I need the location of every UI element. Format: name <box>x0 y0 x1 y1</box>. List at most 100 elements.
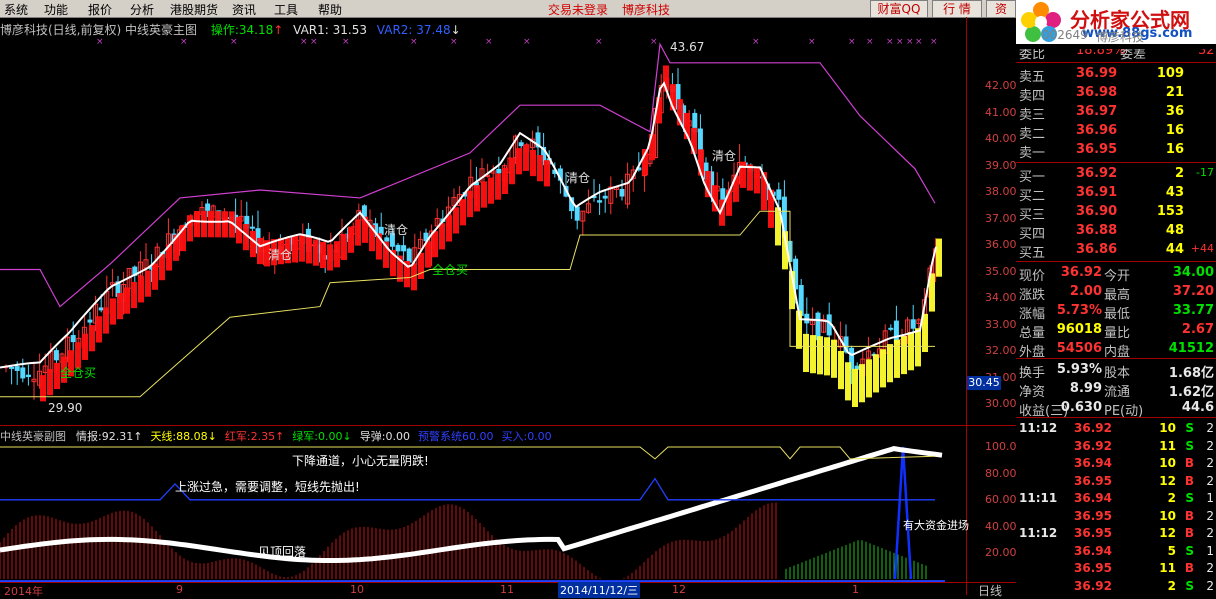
indicator-label: 天线: <box>150 430 177 443</box>
date-label: 9 <box>176 583 183 596</box>
tick-volume: 12 <box>1159 526 1176 540</box>
tick-side: B <box>1184 473 1194 488</box>
tick-side: B <box>1184 508 1194 523</box>
stat-label: 量比 <box>1104 326 1131 341</box>
indicator-label: 情报: <box>76 430 102 443</box>
right-axis-divider <box>966 17 967 595</box>
date-label: 2014年 <box>4 585 43 598</box>
price-tick-label: 33.00 <box>985 317 1017 331</box>
tick-side: S <box>1185 491 1194 505</box>
sub-chart-indicators: 情报:92.31↑ 天线:88.08↓ 红军:2.35↑ 绿军:0.00↓ 导弹:0.0… <box>76 428 560 444</box>
buy-volume-change: +44 <box>1190 242 1214 255</box>
svg-text:×: × <box>866 37 874 47</box>
tick-row: 11:11 36.94 2 S 1 <box>1016 490 1216 509</box>
sell-level-label: 卖三 <box>1019 108 1046 123</box>
menu-news[interactable]: 资讯 <box>232 1 256 18</box>
buy-level-row[interactable]: 买二 36.91 43 <box>1016 184 1216 204</box>
buy-price: 36.86 <box>1076 242 1118 257</box>
svg-text:×: × <box>808 37 816 47</box>
menu-hk-futures[interactable]: 港股期货 <box>170 1 218 18</box>
sell-price: 36.99 <box>1076 66 1118 81</box>
fundamental-value: 8.99 <box>1069 381 1102 396</box>
tick-side: S <box>1185 543 1194 558</box>
fundamental-value: 1.68亿 <box>1168 366 1214 381</box>
tick-price: 36.92 <box>1074 578 1112 593</box>
svg-text:×: × <box>450 37 458 47</box>
menu-analysis[interactable]: 分析 <box>130 1 154 18</box>
tick-volume: 12 <box>1159 473 1176 488</box>
svg-text:×: × <box>523 37 531 47</box>
stat-row: 总量 96018 量比 2.67 <box>1016 321 1216 341</box>
tick-row: 36.95 12 B 2 <box>1016 473 1216 492</box>
overheat-note: 上涨过急，需要调整，短线先抛出! <box>175 480 360 494</box>
buy-level-row[interactable]: 买四 36.88 48 <box>1016 222 1216 242</box>
indicator-item: 导弹:0.00 <box>360 430 410 443</box>
tick-time: 11:12 <box>1019 421 1058 435</box>
price-tick-label: 30.00 <box>985 397 1017 410</box>
caifu-qq-button[interactable]: 财富QQ <box>870 0 928 18</box>
tick-volume: 5 <box>1167 543 1176 558</box>
date-label: 10 <box>350 583 364 596</box>
tick-count: 2 <box>1206 578 1214 593</box>
menu-help[interactable]: 帮助 <box>318 1 342 18</box>
sub-chart-divider <box>0 425 1016 426</box>
stat-label: 现价 <box>1019 269 1046 284</box>
tick-price: 36.94 <box>1074 456 1112 470</box>
market-button[interactable]: 行 情 <box>932 0 982 18</box>
clear-signal-label: 清仓 <box>268 248 293 262</box>
quote-divider <box>1016 162 1216 163</box>
stat-value: 2.00 <box>1069 284 1102 299</box>
stat-value: 33.77 <box>1172 303 1214 318</box>
buy-level-row[interactable]: 买五 36.86 44 +44 <box>1016 241 1216 261</box>
menu-quote[interactable]: 报价 <box>88 1 112 18</box>
tick-price: 36.95 <box>1074 526 1112 540</box>
menu-tools[interactable]: 工具 <box>274 1 298 18</box>
buy-volume: 2 <box>1174 166 1184 181</box>
fundamental-value: 1.62亿 <box>1168 385 1214 400</box>
tick-row: 36.95 10 B 2 <box>1016 508 1216 527</box>
buy-level-row[interactable]: 买三 36.90 153 <box>1016 203 1216 223</box>
top-reversal-note: 见顶回落 <box>258 545 307 559</box>
tick-count: 2 <box>1206 456 1214 470</box>
stat-value: 37.20 <box>1172 284 1214 299</box>
weicha-label: 委差 <box>1120 49 1147 61</box>
period-label[interactable]: 日线 <box>978 582 1002 599</box>
sell-level-row[interactable]: 卖二 36.96 16 <box>1016 122 1216 142</box>
tick-volume: 2 <box>1167 491 1176 505</box>
clear-signal-label: 清仓 <box>566 171 591 185</box>
tick-count: 2 <box>1206 421 1214 435</box>
quote-panel: 002649 博彦科技 委比 18.89% 委差 32 卖五 36.99 109 卖四… <box>1016 17 1216 595</box>
tick-row: 11:12 36.92 10 S 2 <box>1016 420 1216 439</box>
fundamental-row: 收益(三) 0.630 PE(动) 44.6 <box>1016 399 1216 419</box>
fundamental-row: 换手 5.93% 股本 1.68亿 <box>1016 361 1216 381</box>
svg-text:×: × <box>310 37 318 47</box>
menu-system[interactable]: 系统 <box>4 1 28 18</box>
stat-value: 34.00 <box>1172 265 1214 280</box>
sell-level-label: 卖一 <box>1019 146 1046 161</box>
buy-level-row[interactable]: 买一 36.92 2 -17 <box>1016 165 1216 185</box>
menu-function[interactable]: 功能 <box>44 1 68 18</box>
sell-level-row[interactable]: 卖一 36.95 16 <box>1016 141 1216 161</box>
tick-row: 36.94 5 S 1 <box>1016 543 1216 562</box>
svg-text:×: × <box>915 37 923 47</box>
indicator-value: 92.31 <box>101 430 134 443</box>
stat-value: 54506 <box>1056 341 1102 356</box>
svg-text:×: × <box>485 37 493 47</box>
down-channel-note: 下降通道，小心无量阴跌! <box>292 454 429 468</box>
tick-count: 2 <box>1206 561 1214 575</box>
stat-row: 外盘 54506 内盘 41512 <box>1016 340 1216 360</box>
sell-level-row[interactable]: 卖四 36.98 21 <box>1016 84 1216 104</box>
trade-login-status[interactable]: 交易未登录 <box>548 1 608 18</box>
indicator-value: 0.00 <box>318 430 343 443</box>
weibi-value: 18.89% <box>1076 49 1126 58</box>
tick-count: 2 <box>1206 526 1214 540</box>
sell-level-label: 卖四 <box>1019 89 1046 104</box>
buy-level-label: 买一 <box>1019 170 1046 185</box>
indicator-value: 60.00 <box>461 430 494 443</box>
kline-chart[interactable]: × × × × × × × × × × × × × × × × × × × × × <box>0 35 968 595</box>
sell-level-row[interactable]: 卖五 36.99 109 <box>1016 65 1216 85</box>
indicator-item: 绿军:0.00↓ <box>292 430 351 443</box>
svg-text:×: × <box>230 37 238 47</box>
sell-level-row[interactable]: 卖三 36.97 36 <box>1016 103 1216 123</box>
info-button[interactable]: 资 <box>986 0 1016 18</box>
